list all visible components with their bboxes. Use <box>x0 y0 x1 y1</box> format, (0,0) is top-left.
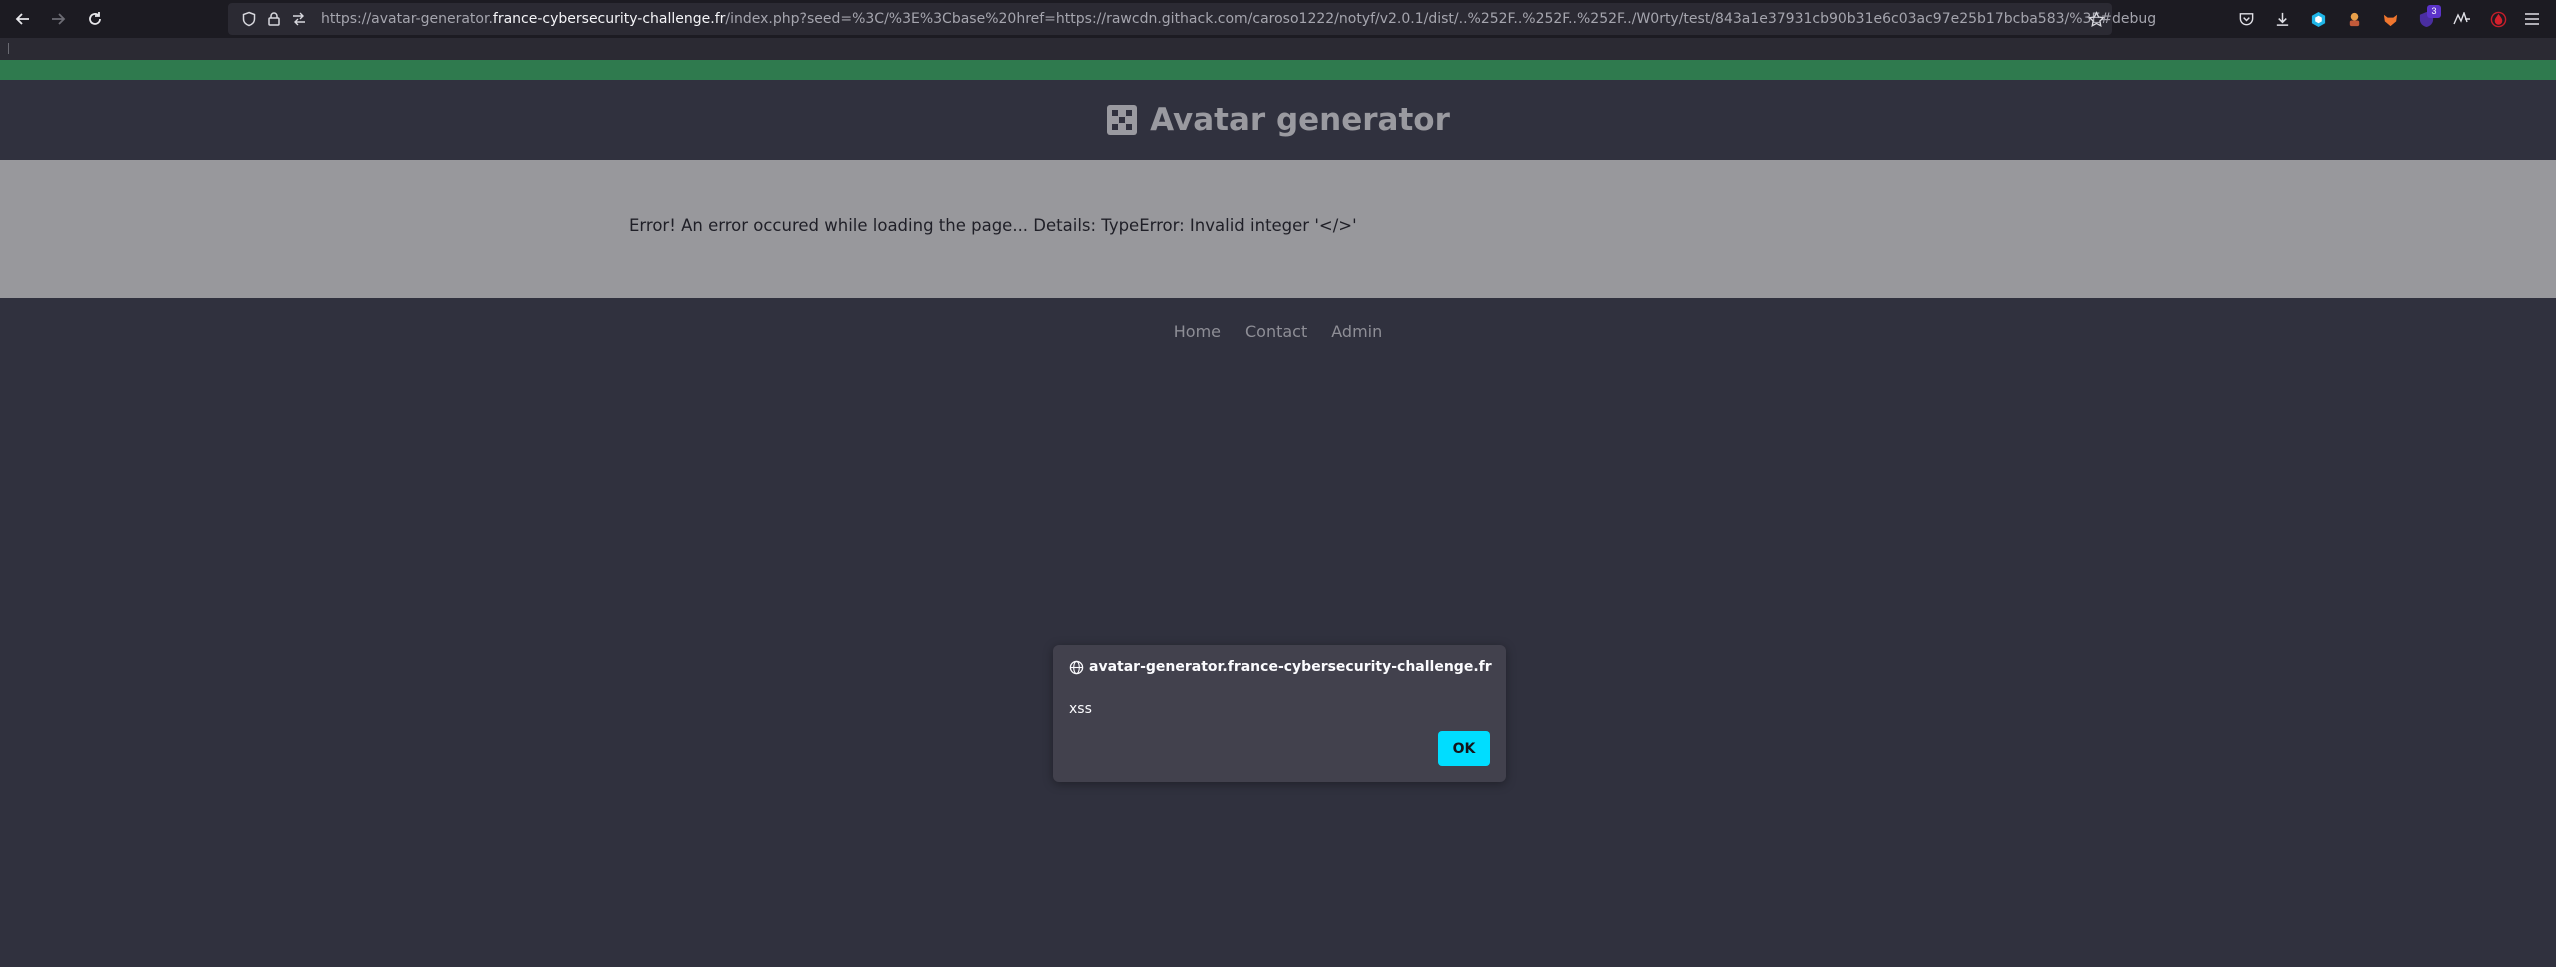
tracking-shield-icon[interactable] <box>238 7 260 31</box>
ok-button[interactable]: OK <box>1438 731 1490 766</box>
extension-fox-icon[interactable] <box>2378 7 2402 31</box>
page-content: Avatar generator Error! An error occured… <box>0 60 2556 967</box>
forward-arrow-icon <box>52 13 66 25</box>
pocket-icon[interactable] <box>2234 7 2258 31</box>
extension-badge-icon[interactable]: 3 <box>2414 5 2441 31</box>
footer-link-home[interactable]: Home <box>1174 322 1221 341</box>
alert-dialog: avatar-generator.france-cybersecurity-ch… <box>1053 645 1506 782</box>
dialog-title: avatar-generator.france-cybersecurity-ch… <box>1069 659 1492 675</box>
error-message: Error! An error occured while loading th… <box>629 216 1357 235</box>
extension-hex-icon[interactable] <box>2306 7 2330 31</box>
permissions-icon[interactable] <box>288 7 310 31</box>
bookmarks-toolbar <box>0 38 2556 60</box>
top-accent-bar <box>0 60 2556 80</box>
footer-link-admin[interactable]: Admin <box>1331 322 1382 341</box>
avatar-logo-icon <box>1107 105 1138 135</box>
dialog-message: xss <box>1069 701 1092 717</box>
back-button[interactable] <box>10 6 36 32</box>
extension-character-icon[interactable] <box>2342 7 2366 31</box>
bookmarks-separator <box>8 43 9 54</box>
dialog-origin: avatar-generator.france-cybersecurity-ch… <box>1089 659 1492 675</box>
url-prefix: https://avatar-generator. <box>321 11 493 27</box>
lock-icon[interactable] <box>263 7 285 31</box>
extension-badge-count: 3 <box>2427 5 2441 18</box>
globe-icon <box>1069 660 1084 674</box>
footer-nav: Home Contact Admin <box>0 322 2556 341</box>
address-bar[interactable]: https://avatar-generator.france-cybersec… <box>228 3 2156 35</box>
browser-toolbar: https://avatar-generator.france-cybersec… <box>0 0 2556 38</box>
site-header: Avatar generator <box>0 80 2556 160</box>
url-host: france-cybersecurity-challenge.fr <box>492 11 726 27</box>
url-text[interactable]: https://avatar-generator.france-cybersec… <box>321 3 2156 35</box>
footer-link-contact[interactable]: Contact <box>1245 322 1307 341</box>
url-path: /index.php?seed=%3C/%3E%3Cbase%20href=ht… <box>725 11 2157 27</box>
back-arrow-icon <box>15 13 29 25</box>
reload-icon <box>89 12 101 25</box>
reload-button[interactable] <box>82 6 108 32</box>
extension-drop-icon[interactable] <box>2486 7 2510 31</box>
forward-button[interactable] <box>45 6 71 32</box>
site-title: Avatar generator <box>1150 102 1450 138</box>
menu-icon[interactable] <box>2520 7 2544 31</box>
extension-sig-icon[interactable] <box>2450 7 2474 31</box>
downloads-icon[interactable] <box>2270 7 2294 31</box>
error-banner: Error! An error occured while loading th… <box>0 160 2556 298</box>
bookmark-star-icon[interactable] <box>2084 7 2108 31</box>
